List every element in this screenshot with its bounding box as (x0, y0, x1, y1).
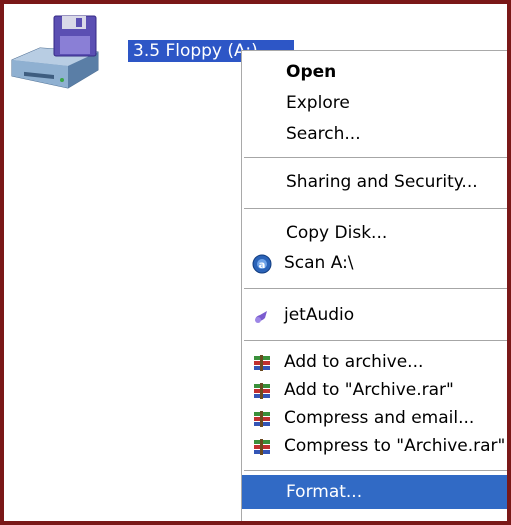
menu-item-jetaudio[interactable]: jetAudio (242, 300, 507, 330)
jetaudio-icon (255, 311, 267, 323)
winrar-icon (254, 355, 270, 371)
menu-separator (244, 208, 507, 209)
menu-item-label: Search... (286, 124, 361, 144)
menu-item-label: Explore (286, 93, 350, 113)
menu-separator (244, 288, 507, 289)
winrar-icon (254, 439, 270, 455)
menu-item-label: jetAudio (284, 305, 355, 325)
winrar-icon (254, 383, 270, 399)
menu-item-label: Copy Disk... (286, 223, 388, 243)
menu-separator (244, 470, 507, 471)
menu-item-label: Add to archive... (284, 352, 424, 372)
menu-item-label: Sharing and Security... (286, 172, 478, 192)
antivirus-scan-icon: a (252, 254, 272, 274)
menu-separator (244, 340, 507, 341)
menu-item-format[interactable]: Format... (242, 475, 507, 509)
menu-item-label: Add to "Archive.rar" (284, 380, 454, 400)
context-menu: Open Explore Search... Sharing and Secur… (241, 50, 507, 521)
winrar-icon (254, 411, 270, 427)
menu-separator (244, 157, 507, 158)
menu-item-sharing-security[interactable]: Sharing and Security... (242, 167, 507, 197)
menu-item-label: Compress to "Archive.rar" and email (284, 436, 507, 456)
menu-item-label: Open (286, 62, 337, 82)
menu-item-add-to-archive-rar[interactable]: Add to "Archive.rar" (242, 375, 507, 405)
menu-item-open[interactable]: Open (242, 57, 507, 87)
menu-item-label: Scan A:\ (284, 253, 354, 273)
menu-item-compress-rar-email[interactable]: Compress to "Archive.rar" and email (242, 431, 507, 461)
menu-item-add-to-archive[interactable]: Add to archive... (242, 347, 507, 377)
explorer-window: 3.5 Floppy (A:) Open Explore Search... S… (4, 4, 507, 521)
svg-text:a: a (259, 260, 266, 271)
menu-item-search[interactable]: Search... (242, 119, 507, 149)
menu-item-compress-email[interactable]: Compress and email... (242, 403, 507, 433)
menu-item-label: Compress and email... (284, 408, 475, 428)
floppy-drive-icon[interactable] (6, 14, 102, 92)
menu-item-scan[interactable]: a Scan A:\ (242, 248, 507, 278)
menu-item-label: Format... (286, 482, 363, 502)
menu-item-explore[interactable]: Explore (242, 88, 507, 118)
menu-item-copy-disk[interactable]: Copy Disk... (242, 218, 507, 248)
